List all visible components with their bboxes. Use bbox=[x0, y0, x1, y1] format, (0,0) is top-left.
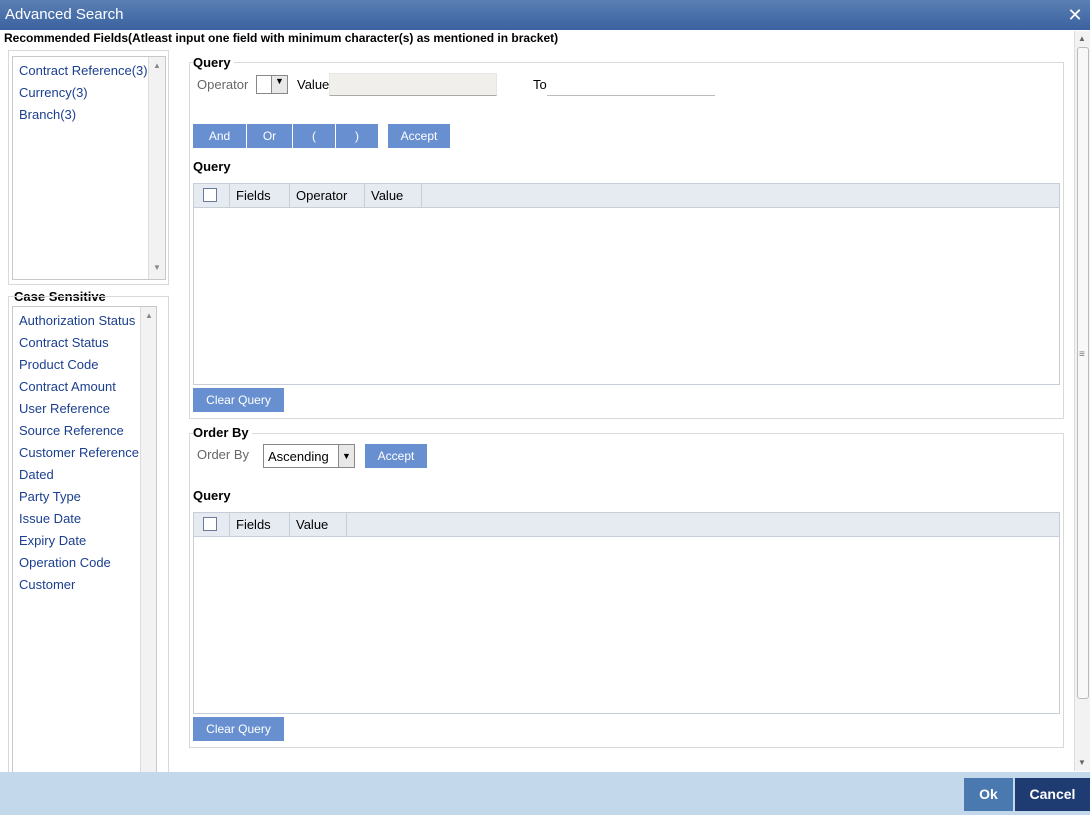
field-dated[interactable]: Dated bbox=[19, 467, 54, 482]
query-heading: Query bbox=[193, 55, 234, 70]
query-clear-button[interactable]: Clear Query bbox=[193, 388, 284, 412]
column-fields[interactable]: Fields bbox=[230, 513, 290, 537]
close-bracket-button[interactable]: ) bbox=[336, 124, 378, 148]
or-button[interactable]: Or bbox=[247, 124, 292, 148]
title-bar: Advanced Search ✕ bbox=[0, 0, 1090, 30]
order-grid-heading: Query bbox=[193, 488, 231, 503]
order-by-accept-button[interactable]: Accept bbox=[365, 444, 427, 468]
close-icon[interactable]: ✕ bbox=[1066, 0, 1084, 30]
field-contract-amount[interactable]: Contract Amount bbox=[19, 379, 116, 394]
scroll-thumb[interactable] bbox=[1077, 47, 1089, 699]
order-grid bbox=[193, 512, 1060, 714]
column-value[interactable]: Value bbox=[290, 513, 347, 537]
window-title: Advanced Search bbox=[5, 6, 124, 23]
field-issue-date[interactable]: Issue Date bbox=[19, 511, 81, 526]
cancel-button[interactable]: Cancel bbox=[1015, 778, 1090, 811]
column-operator[interactable]: Operator bbox=[290, 184, 365, 208]
field-contract-status[interactable]: Contract Status bbox=[19, 335, 109, 350]
scroll-up-icon[interactable]: ▲ bbox=[1078, 34, 1086, 43]
field-expiry-date[interactable]: Expiry Date bbox=[19, 533, 86, 548]
query-grid bbox=[193, 183, 1060, 385]
order-by-heading: Order By bbox=[193, 425, 252, 440]
column-value[interactable]: Value bbox=[365, 184, 422, 208]
operator-select[interactable]: ▼ bbox=[256, 75, 288, 94]
recommended-list-scrollbar[interactable]: ▲ ▼ bbox=[148, 57, 165, 279]
open-bracket-button[interactable]: ( bbox=[293, 124, 335, 148]
field-customer-reference[interactable]: Customer Reference bbox=[19, 445, 139, 460]
and-button[interactable]: And bbox=[193, 124, 246, 148]
recommended-fields-heading: Recommended Fields(Atleast input one fie… bbox=[4, 31, 559, 45]
main-scrollbar[interactable]: ▲ ≡ ▼ bbox=[1074, 31, 1090, 771]
order-by-select[interactable]: Ascending ▼ bbox=[263, 444, 355, 468]
query-accept-button[interactable]: Accept bbox=[388, 124, 450, 148]
case-sensitive-list: Authorization Status Contract Status Pro… bbox=[12, 306, 157, 772]
query-grid-header: Fields Operator Value bbox=[194, 184, 1059, 208]
recommended-item-branch[interactable]: Branch(3) bbox=[19, 107, 76, 122]
recommended-item-currency[interactable]: Currency(3) bbox=[19, 85, 88, 100]
scroll-grip-icon: ≡ bbox=[1079, 349, 1085, 360]
order-by-select-value: Ascending bbox=[268, 449, 329, 464]
order-select-all-cell bbox=[194, 513, 230, 537]
order-grid-header: Fields Value bbox=[194, 513, 1059, 537]
to-input[interactable] bbox=[547, 73, 715, 96]
field-customer[interactable]: Customer bbox=[19, 577, 75, 592]
scroll-down-icon[interactable]: ▼ bbox=[1078, 758, 1086, 767]
recommended-list: Contract Reference(3) Currency(3) Branch… bbox=[12, 56, 166, 280]
field-party-type[interactable]: Party Type bbox=[19, 489, 81, 504]
operator-label: Operator bbox=[197, 77, 249, 92]
value-label: Value bbox=[297, 77, 330, 92]
field-product-code[interactable]: Product Code bbox=[19, 357, 99, 372]
field-user-reference[interactable]: User Reference bbox=[19, 401, 110, 416]
query-select-all-cell bbox=[194, 184, 230, 208]
scroll-up-icon[interactable]: ▲ bbox=[145, 311, 153, 320]
field-authorization-status[interactable]: Authorization Status bbox=[19, 313, 135, 328]
case-sensitive-scrollbar[interactable]: ▲ bbox=[140, 307, 156, 772]
select-all-checkbox[interactable] bbox=[203, 517, 217, 531]
scroll-up-icon[interactable]: ▲ bbox=[153, 61, 161, 70]
order-clear-button[interactable]: Clear Query bbox=[193, 717, 284, 741]
ok-button[interactable]: Ok bbox=[964, 778, 1013, 811]
field-source-reference[interactable]: Source Reference bbox=[19, 423, 124, 438]
footer-bar: Ok Cancel bbox=[0, 772, 1090, 815]
scroll-down-icon[interactable]: ▼ bbox=[153, 263, 161, 272]
column-fields[interactable]: Fields bbox=[230, 184, 290, 208]
query-grid-heading: Query bbox=[193, 159, 231, 174]
recommended-item-contract-reference[interactable]: Contract Reference(3) bbox=[19, 63, 148, 78]
chevron-down-icon[interactable]: ▼ bbox=[338, 445, 354, 467]
field-operation-code[interactable]: Operation Code bbox=[19, 555, 111, 570]
select-all-checkbox[interactable] bbox=[203, 188, 217, 202]
order-by-label: Order By bbox=[197, 447, 250, 462]
value-input[interactable] bbox=[329, 73, 497, 96]
chevron-down-icon[interactable]: ▼ bbox=[271, 76, 287, 93]
to-label: To bbox=[533, 77, 547, 92]
